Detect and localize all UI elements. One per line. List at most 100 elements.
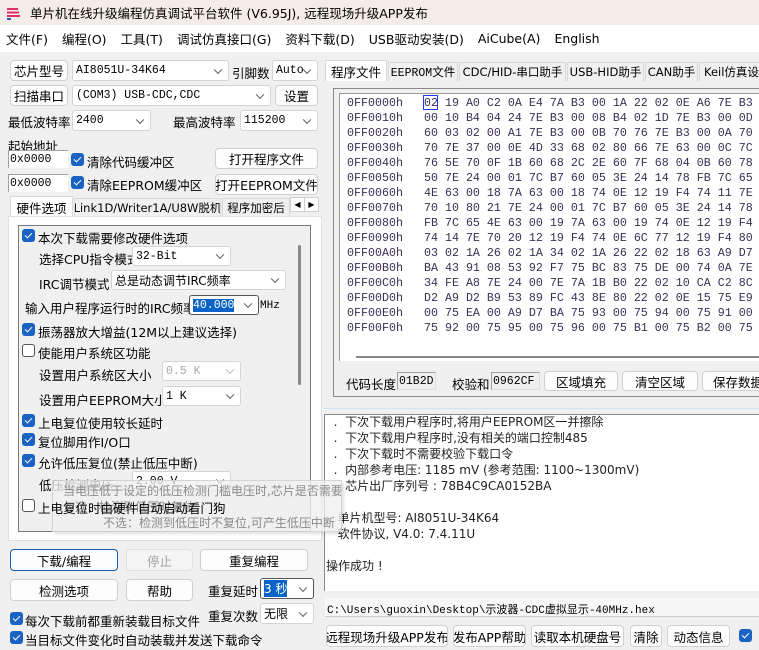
cpu-mode-label: 选择CPU指令模式 — [39, 252, 140, 267]
help-button[interactable]: 帮助 — [126, 579, 193, 601]
hex-address: 0FF0050h — [347, 171, 403, 185]
hex-gap — [403, 276, 424, 290]
scan-port-button[interactable]: 扫描串口 — [10, 85, 68, 106]
max-baud-label: 最高波特率 — [173, 115, 236, 130]
window-title: 单片机在线升级编程仿真调试平台软件 (V6.95J), 远程现场升级APP发布 — [30, 6, 428, 21]
fill-area-button[interactable]: 区域填充 — [544, 371, 618, 391]
min-baud-select[interactable]: 2400 — [72, 110, 151, 131]
tab-scroll-right-icon[interactable]: ▶ — [304, 197, 319, 212]
log-line: . 下次下载用户程序时,将用户EEPROM区一并擦除 — [326, 415, 604, 429]
tab-program-file[interactable]: 程序文件 — [325, 60, 387, 81]
cpu-mode-select[interactable]: 32-Bit — [132, 246, 231, 266]
stop-button[interactable]: 停止 — [126, 549, 193, 571]
log-line: 操作成功 ! — [326, 559, 383, 573]
modify-hw-checkbox[interactable] — [22, 229, 35, 242]
repeat-program-button[interactable]: 重复编程 — [200, 549, 308, 571]
clear-code-checkbox[interactable] — [71, 153, 84, 166]
hex-address: 0FF0000h — [347, 96, 403, 110]
open-eeprom-file-button[interactable]: 打开EEPROM文件 — [215, 174, 318, 195]
clear-area-button[interactable]: 清空区域 — [622, 371, 698, 391]
pins-label: 引脚数 — [232, 66, 270, 81]
menu-program[interactable]: 编程(O) — [62, 29, 107, 48]
chip-model-select[interactable]: AI8051U-34K64 — [72, 60, 229, 81]
checksum-label: 校验和 — [452, 377, 490, 392]
osc-gain-checkbox[interactable] — [22, 323, 35, 336]
repeat-count-select[interactable]: 无限 — [260, 603, 314, 624]
open-program-file-button[interactable]: 打开程序文件 — [215, 148, 318, 169]
hex-address: 0FF0010h — [347, 111, 403, 125]
log-line: . 芯片出厂序列号 : 78B4C9CA0152BA — [326, 479, 552, 493]
clear-log-button[interactable]: 清除 — [630, 625, 662, 647]
menu-bar: 文件(F) 编程(O) 工具(T) 调试仿真接口(G) 资料下载(D) USB驱… — [0, 25, 759, 52]
long-delay-checkbox[interactable] — [22, 414, 35, 427]
clear-eeprom-checkbox[interactable] — [71, 176, 84, 189]
hex-address: 0FF00A0h — [347, 246, 403, 260]
hex-address: 0FF00E0h — [347, 306, 403, 320]
repeat-delay-value: 3 秒 — [264, 580, 288, 597]
tab-keil-sim[interactable]: Keil仿真设 — [699, 62, 759, 81]
wdt-checkbox[interactable] — [22, 499, 35, 512]
tab-encrypted-program[interactable]: 程序加密后 — [222, 198, 290, 217]
menu-aicube[interactable]: AiCube(A) — [478, 31, 541, 46]
publish-app-help-button[interactable]: 发布APP帮助 — [453, 625, 526, 647]
user-sys-area-checkbox[interactable] — [22, 344, 35, 357]
lvr-checkbox[interactable] — [22, 454, 35, 467]
eeprom-size-select[interactable]: 1 K — [162, 386, 241, 406]
dynamic-info-button[interactable]: 动态信息 — [667, 625, 730, 647]
repeat-count-label: 重复次数 — [208, 609, 259, 624]
sys-size-label: 设置用户系统区大小 — [39, 368, 152, 383]
hex-bytes: 00 75 EA 00 A9 D7 BA 75 93 00 75 94 00 7… — [423, 306, 753, 320]
hex-bytes: 50 7E 24 00 01 7C B7 60 05 3E 24 14 78 F… — [423, 171, 753, 185]
hex-row: 0FF0040h 76 5E 70 0F 1B 60 68 2C 2E 60 7… — [347, 156, 753, 171]
tab-cdc-hid-serial[interactable]: CDC/HID-串口助手 — [459, 62, 566, 81]
tab-scroll-left-icon[interactable]: ◀ — [290, 197, 305, 212]
hex-row: 0FF00D0h D2 A9 D2 B9 53 89 FC 43 8E 80 2… — [347, 291, 753, 306]
log-line: . 内部参考电压: 1185 mV (参考范围: 1100~1300mV) — [326, 463, 640, 477]
check-options-button[interactable]: 检测选项 — [10, 579, 118, 601]
hex-row: 0FF0070h 70 10 80 21 7E 24 00 01 7C B7 6… — [347, 201, 753, 216]
save-data-button[interactable]: 保存数据 — [702, 371, 759, 391]
menu-tools[interactable]: 工具(T) — [121, 29, 163, 48]
hex-horizontal-scrollbar[interactable] — [356, 356, 759, 358]
menu-file[interactable]: 文件(F) — [6, 29, 48, 48]
hex-row: 0FF0060h 4E 63 00 18 7A 63 00 18 74 0E 1… — [347, 186, 753, 201]
reload-file-checkbox[interactable] — [10, 612, 23, 625]
extra-checkbox[interactable] — [739, 629, 752, 642]
hex-gap — [403, 291, 424, 305]
repeat-delay-select[interactable]: 3 秒 — [260, 578, 314, 599]
chip-model-button[interactable]: 芯片型号 — [10, 60, 68, 81]
hex-row: 0FF00F0h 75 92 00 75 95 00 75 96 00 75 B… — [347, 321, 753, 336]
file-path-field[interactable]: C:\Users\guoxin\Desktop\示波器-CDC虚拟显示-40MH… — [325, 598, 759, 617]
reset-io-checkbox[interactable] — [22, 433, 35, 446]
tab-offline-writer[interactable]: Link1D/Writer1A/U8W脱机 — [74, 198, 221, 217]
tab-hardware-options[interactable]: 硬件选项 — [10, 196, 73, 217]
irc-mode-select[interactable]: 总是动态调节IRC频率 — [111, 270, 286, 290]
pins-select[interactable]: Auto — [272, 60, 318, 81]
sys-size-select[interactable]: 0.5 K — [162, 361, 241, 381]
options-scrollbar[interactable] — [298, 245, 301, 385]
irc-freq-input[interactable]: 40.000 — [189, 295, 259, 315]
eeprom-start-address-input[interactable]: 0x0000 — [8, 174, 68, 192]
port-select[interactable]: (COM3) USB-CDC,CDC — [72, 85, 271, 106]
hex-gap — [403, 111, 424, 125]
hex-gap — [403, 306, 424, 320]
auto-send-checkbox[interactable] — [10, 631, 23, 644]
settings-button[interactable]: 设置 — [275, 85, 318, 106]
menu-downloads[interactable]: 资料下载(D) — [285, 29, 354, 48]
hex-address: 0FF0090h — [347, 231, 403, 245]
menu-usb-driver[interactable]: USB驱动安装(D) — [369, 29, 464, 48]
menu-debug[interactable]: 调试仿真接口(G) — [177, 29, 271, 48]
publish-app-button[interactable]: 远程现场升级APP发布 — [326, 625, 448, 647]
tab-eeprom-file[interactable]: EEPROM文件 — [388, 62, 458, 81]
tab-usb-hid[interactable]: USB-HID助手 — [567, 62, 644, 81]
hex-gap — [403, 141, 424, 155]
code-start-address-input[interactable]: 0x0000 — [8, 150, 68, 168]
hex-address: 0FF0020h — [347, 126, 403, 140]
tab-can[interactable]: CAN助手 — [645, 62, 698, 81]
max-baud-select[interactable]: 115200 — [240, 110, 318, 131]
lvd-select[interactable]: 2.00 V — [132, 471, 231, 491]
read-disk-id-button[interactable]: 读取本机硬盘号 — [531, 625, 624, 647]
download-program-button[interactable]: 下载/编程 — [10, 549, 118, 571]
menu-english[interactable]: English — [554, 31, 599, 46]
reset-io-label: 复位脚用作I/O口 — [38, 435, 131, 450]
